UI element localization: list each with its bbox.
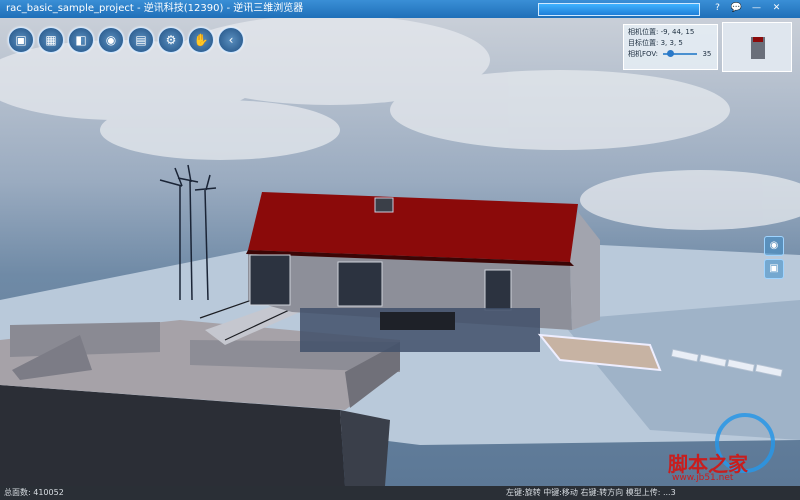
minimize-button[interactable]: — [750,2,763,15]
screen-icon[interactable]: ▤ [128,27,154,53]
measure-icon[interactable]: ✋ [188,27,214,53]
help-icon[interactable]: ? [711,2,724,15]
title-bar: rac_basic_sample_project - 逆讯科技(12390) -… [0,0,800,18]
view-icon[interactable]: ◉ [98,27,124,53]
fov-slider-knob[interactable] [667,50,675,57]
camera-snapshot-button[interactable]: ◉ [764,236,784,256]
foundation-side [340,410,390,486]
house-roof [248,192,578,262]
camera-fov-label: 相机FOV: [628,50,658,58]
site-watermark-url: www.jb51.net [672,473,734,483]
window-center [337,261,383,307]
roof-skylight [374,197,394,213]
fov-slider[interactable] [663,50,698,57]
scene-canvas [0,18,800,486]
status-bar: 总面数: 410052 左键:旋转 中键:移动 右键:转方向 模型上传: ...… [0,486,800,500]
camera-info-panel: 相机位置: -9, 44, 15 目标位置: 3, 3, 5 相机FOV: 35 [623,24,718,70]
close-button[interactable]: ✕ [770,2,783,15]
window-left [249,254,291,306]
settings-icon[interactable]: ⚙ [158,27,184,53]
minimap-preview [723,23,791,71]
face-count-value: 410052 [33,488,64,497]
window-right [484,269,512,311]
face-count: 总面数: 410052 [4,486,64,500]
camera-position-value: -9, 44, 15 [660,28,695,36]
target-position-row: 目标位置: 3, 3, 5 [628,38,713,49]
face-count-label: 总面数: [4,488,31,497]
camera-fov-row: 相机FOV: 35 [628,49,713,60]
house-wall-gable [570,212,600,330]
chat-icon[interactable]: 💬 [730,2,743,15]
back-icon[interactable]: ‹ [218,27,244,53]
save-icon[interactable]: ▣ [8,27,34,53]
target-position-label: 目标位置: [628,39,659,47]
mouse-controls-hint: 左键:旋转 中键:移动 右键:转方向 模型上传: ...3 [506,488,676,497]
target-position-value: 3, 3, 5 [660,39,683,47]
3d-viewport[interactable]: ▣ ▦ ◧ ◉ ▤ ⚙ ✋ ‹ 相机位置: -9, 44, 15 目标位置: 3… [0,18,800,486]
navigation-minimap[interactable] [722,22,792,72]
layers-icon[interactable]: ◧ [68,27,94,53]
loading-progress-bar [538,3,700,16]
capture-icon[interactable]: ▦ [38,27,64,53]
camera-reset-button[interactable]: ▣ [764,259,784,279]
camera-fov-value: 35 [702,50,712,58]
camera-position-label: 相机位置: [628,28,659,36]
furniture-block [380,312,455,330]
main-toolbar: ▣ ▦ ◧ ◉ ▤ ⚙ ✋ ‹ [8,27,244,53]
window-title: rac_basic_sample_project - 逆讯科技(12390) -… [6,3,304,14]
camera-position-row: 相机位置: -9, 44, 15 [628,27,713,38]
